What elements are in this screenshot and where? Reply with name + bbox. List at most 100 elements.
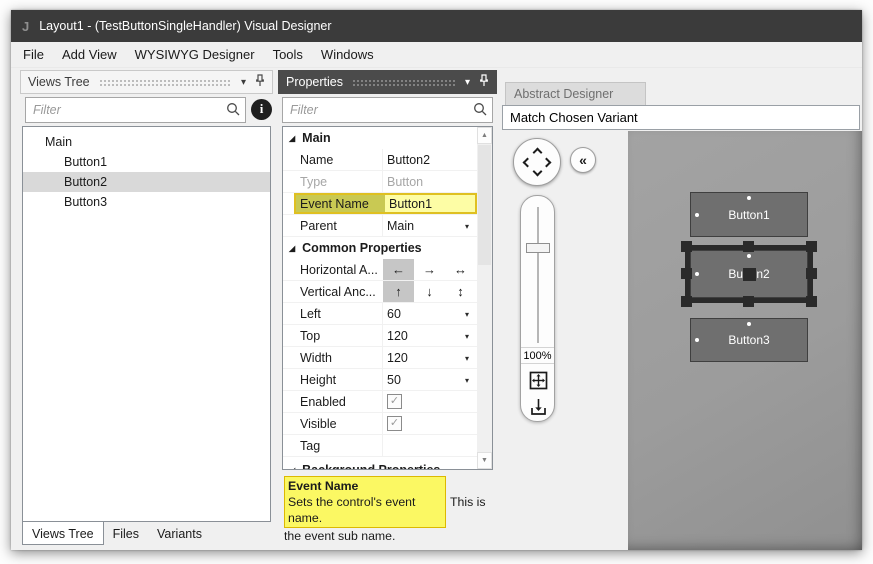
resize-handle-e[interactable] (806, 268, 817, 279)
description-highlight: Sets the control's event name. (284, 494, 446, 528)
views-tree: Main Button1 Button2 Button3 (22, 126, 271, 522)
info-icon[interactable]: i (251, 99, 272, 120)
clipped-section: ◢ Background Properties (283, 459, 477, 470)
scroll-down-icon[interactable]: ▼ (477, 452, 492, 469)
scrollbar-thumb[interactable] (478, 145, 491, 265)
scroll-up-icon[interactable]: ▲ (477, 127, 492, 144)
property-value[interactable]: Button1 (385, 195, 475, 212)
views-tree-panel-header[interactable]: Views Tree ▾ (20, 70, 273, 94)
property-value[interactable]: 60 (387, 307, 463, 321)
property-row-parent[interactable]: Parent Main ▾ (283, 215, 477, 237)
pin-icon[interactable] (255, 74, 265, 90)
property-label: Height (300, 372, 337, 387)
resize-handle-se[interactable] (806, 296, 817, 307)
chevron-down-icon[interactable]: ▾ (465, 310, 469, 319)
resize-handle-w[interactable] (681, 268, 692, 279)
chevron-down-icon[interactable]: ▾ (465, 376, 469, 385)
anchor-dot-top (747, 322, 751, 326)
property-grid-scrollbar[interactable]: ▲ ▼ (477, 127, 492, 469)
property-row-type: Type Button (283, 171, 477, 193)
property-row-height[interactable]: Height 50 ▾ (283, 369, 477, 391)
export-view-button[interactable] (528, 396, 549, 417)
anchor-dot-left (695, 338, 699, 342)
tree-item-main[interactable]: Main (23, 132, 270, 152)
resize-handle-s[interactable] (743, 296, 754, 307)
resize-handle-nw[interactable] (681, 241, 692, 252)
resize-handle-ne[interactable] (806, 241, 817, 252)
property-row-left[interactable]: Left 60 ▾ (283, 303, 477, 325)
fit-view-icon (529, 371, 548, 390)
property-value[interactable]: Button2 (387, 153, 463, 167)
section-main[interactable]: ◢ Main (283, 127, 477, 149)
pan-dpad[interactable] (513, 138, 561, 186)
tab-abstract-designer[interactable]: Abstract Designer (505, 82, 646, 105)
resize-handle-n[interactable] (743, 241, 754, 252)
fit-view-button[interactable] (528, 370, 549, 391)
tab-views-tree[interactable]: Views Tree (22, 522, 104, 545)
section-common-properties[interactable]: ◢ Common Properties (283, 237, 477, 259)
description-text: This is (450, 495, 486, 509)
property-row-enabled: Enabled ✓ (283, 391, 477, 413)
properties-panel-header[interactable]: Properties ▾ (278, 70, 497, 94)
menu-add-view[interactable]: Add View (53, 44, 126, 66)
anchor-dot-left (695, 212, 699, 217)
anchor-stretch-horizontal-icon[interactable]: ↔ (445, 259, 476, 280)
property-value[interactable]: 120 (387, 329, 463, 343)
anchor-top-icon[interactable]: ↑ (383, 281, 414, 302)
canvas-button3[interactable]: Button3 (690, 318, 808, 362)
section-title: Common Properties (302, 241, 422, 255)
property-value[interactable]: Main (387, 219, 463, 233)
property-value[interactable]: 50 (387, 373, 463, 387)
pin-icon[interactable] (479, 74, 489, 90)
canvas-button1[interactable]: Button1 (690, 192, 808, 237)
property-row-tag[interactable]: Tag (283, 435, 477, 457)
expander-icon[interactable]: ◢ (289, 134, 295, 143)
tree-item-button3[interactable]: Button3 (23, 192, 270, 212)
anchor-bottom-icon[interactable]: ↓ (414, 281, 445, 302)
property-label: Event Name (296, 195, 385, 212)
pan-down-icon[interactable] (532, 166, 542, 177)
collapse-controls-button[interactable]: « (570, 147, 596, 173)
section-background-properties[interactable]: ◢ Background Properties (283, 459, 477, 470)
tree-item-button1[interactable]: Button1 (23, 152, 270, 172)
property-row-name[interactable]: Name Button2 (283, 149, 477, 171)
tree-item-button2[interactable]: Button2 (23, 172, 270, 192)
chevron-down-icon[interactable]: ▾ (465, 77, 470, 88)
zoom-slider-thumb[interactable] (526, 243, 550, 253)
move-handle-center[interactable] (743, 268, 756, 281)
views-tree-panel-title: Views Tree (28, 75, 90, 89)
anchor-left-icon[interactable]: ← (383, 259, 414, 280)
properties-filter (282, 97, 493, 123)
property-row-width[interactable]: Width 120 ▾ (283, 347, 477, 369)
canvas-button2-selected[interactable]: Button2 (681, 241, 817, 307)
property-row-event-name[interactable]: Event Name Button1 (283, 193, 477, 215)
menu-file[interactable]: File (14, 44, 53, 66)
anchor-stretch-vertical-icon[interactable]: ↕ (445, 281, 476, 302)
chevron-down-icon[interactable]: ▾ (465, 354, 469, 363)
pan-left-icon[interactable] (522, 157, 533, 167)
enabled-checkbox[interactable]: ✓ (387, 394, 402, 409)
tab-files[interactable]: Files (104, 522, 148, 545)
design-canvas[interactable]: Button1 Button3 (628, 131, 862, 550)
chevron-down-icon[interactable]: ▾ (465, 332, 469, 341)
variant-selector[interactable]: Match Chosen Variant (502, 105, 860, 130)
menu-tools[interactable]: Tools (264, 44, 312, 66)
tab-variants[interactable]: Variants (148, 522, 211, 545)
views-tree-filter-input[interactable] (25, 97, 246, 123)
resize-handle-sw[interactable] (681, 296, 692, 307)
zoom-slider-track[interactable] (537, 207, 539, 343)
chevron-down-icon[interactable]: ▾ (465, 222, 469, 231)
visible-checkbox[interactable]: ✓ (387, 416, 402, 431)
pan-up-icon[interactable] (532, 147, 542, 158)
expander-icon: ◢ (289, 465, 296, 470)
anchor-right-icon[interactable]: → (414, 259, 445, 280)
properties-filter-input[interactable] (282, 97, 493, 123)
menu-wysiwyg-designer[interactable]: WYSIWYG Designer (126, 44, 264, 66)
property-row-top[interactable]: Top 120 ▾ (283, 325, 477, 347)
panel-grip-dots (351, 79, 456, 88)
pan-right-icon[interactable] (541, 157, 552, 167)
property-value[interactable]: 120 (387, 351, 463, 365)
expander-icon[interactable]: ◢ (289, 244, 295, 253)
menu-windows[interactable]: Windows (312, 44, 383, 66)
chevron-down-icon[interactable]: ▾ (241, 77, 246, 88)
